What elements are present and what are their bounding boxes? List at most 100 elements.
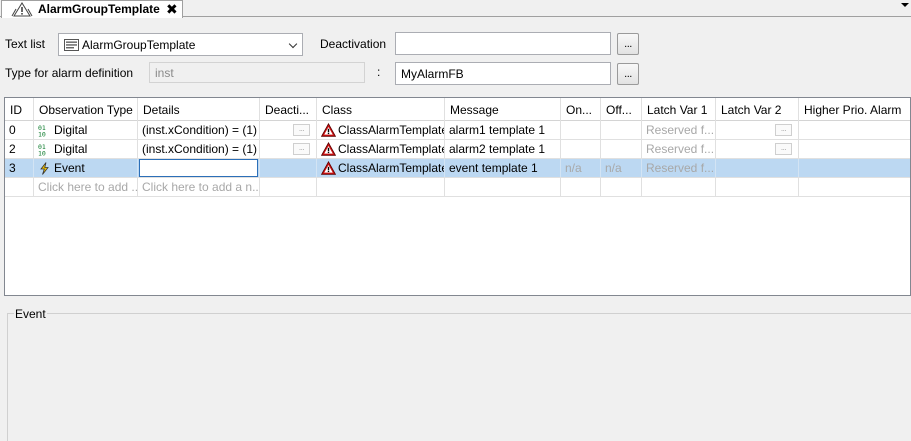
- column-header-observation-type[interactable]: Observation Type: [34, 98, 138, 121]
- text-list-value: AlarmGroupTemplate: [82, 37, 196, 52]
- column-header-details[interactable]: Details: [138, 98, 260, 121]
- cell-id: 0: [5, 121, 34, 139]
- cell-id: 3: [5, 159, 34, 177]
- cell-deactivation[interactable]: ...: [260, 140, 317, 158]
- table-row-selected[interactable]: 3 Event ClassAlarmTemplate event templat…: [5, 159, 910, 178]
- cell-observation-type[interactable]: 01 10 Digital: [34, 121, 138, 139]
- tab-list-dropdown-icon[interactable]: [901, 3, 909, 7]
- svg-text:10: 10: [38, 149, 46, 156]
- type-colon: :: [377, 65, 381, 79]
- type-for-alarm-label: Type for alarm definition: [5, 66, 134, 80]
- table-header: ID Observation Type Details Deacti... Cl…: [5, 98, 910, 121]
- close-tab-icon[interactable]: ✖: [166, 1, 178, 18]
- column-header-class[interactable]: Class: [317, 98, 445, 121]
- deactivation-input[interactable]: [395, 32, 611, 55]
- column-header-message[interactable]: Message: [445, 98, 561, 121]
- alarm-class-icon: [321, 161, 336, 175]
- latch-var-2-cell-button[interactable]: ...: [775, 124, 792, 136]
- digital-icon: 01 10: [38, 143, 46, 156]
- table-row[interactable]: 2 01 10 Digital (inst.xCondition) = (1) …: [5, 140, 910, 159]
- cell-class[interactable]: [317, 178, 445, 196]
- cell-details[interactable]: (inst.xCondition) = (1): [138, 121, 260, 139]
- cell-on[interactable]: [561, 121, 601, 139]
- class-text: ClassAlarmTemplate: [338, 142, 445, 156]
- alarm-class-icon: [321, 142, 336, 156]
- column-header-deactivation[interactable]: Deacti...: [260, 98, 317, 121]
- deactivation-cell-button[interactable]: ...: [293, 124, 310, 136]
- tab-title: AlarmGroupTemplate: [38, 2, 160, 16]
- alarm-fb-input[interactable]: MyAlarmFB: [395, 62, 611, 85]
- cell-details-editing[interactable]: [138, 159, 260, 177]
- cell-class[interactable]: ClassAlarmTemplate: [317, 140, 445, 158]
- table-row[interactable]: 0 01 10 Digital (inst.xCondition) = (1) …: [5, 121, 910, 140]
- add-details-placeholder[interactable]: Click here to add a n...: [138, 178, 260, 196]
- cell-off[interactable]: n/a: [601, 159, 642, 177]
- alarm-fb-value: MyAlarmFB: [401, 66, 464, 81]
- chevron-down-icon[interactable]: [288, 39, 298, 49]
- cell-higher-prio-alarm[interactable]: [799, 140, 910, 158]
- cell-latch-var-2[interactable]: [716, 159, 799, 177]
- latch-var-2-cell-button[interactable]: ...: [775, 143, 792, 155]
- cell-class[interactable]: ClassAlarmTemplate: [317, 121, 445, 139]
- tab-alarm-group-template[interactable]: AlarmGroupTemplate ✖: [1, 0, 183, 18]
- deactivation-browse-button[interactable]: ...: [617, 33, 639, 55]
- cell-off[interactable]: [601, 121, 642, 139]
- svg-text:10: 10: [38, 130, 46, 137]
- cell-observation-type[interactable]: 01 10 Digital: [34, 140, 138, 158]
- cell-higher-prio-alarm[interactable]: [799, 159, 910, 177]
- cell-id: 2: [5, 140, 34, 158]
- observation-type-text: Digital: [54, 123, 88, 137]
- alarm-class-icon: [321, 123, 336, 137]
- cell-deactivation[interactable]: [260, 159, 317, 177]
- column-header-latch-var-2[interactable]: Latch Var 2: [716, 98, 799, 121]
- deactivation-label: Deactivation: [320, 37, 387, 51]
- cell-higher-prio-alarm[interactable]: [799, 121, 910, 139]
- cell-message[interactable]: alarm2 template 1: [445, 140, 561, 158]
- type-for-alarm-input: inst: [149, 62, 365, 83]
- column-header-latch-var-1[interactable]: Latch Var 1: [642, 98, 716, 121]
- details-edit-box[interactable]: [139, 159, 258, 177]
- event-details-group: [7, 313, 911, 441]
- column-header-on[interactable]: On...: [561, 98, 601, 121]
- cell-message[interactable]: [445, 178, 561, 196]
- cell-latch-var-2[interactable]: [716, 178, 799, 196]
- deactivation-cell-button[interactable]: ...: [293, 143, 310, 155]
- cell-latch-var-1[interactable]: Reserved f...: [642, 121, 716, 139]
- cell-off[interactable]: [601, 140, 642, 158]
- cell-deactivation[interactable]: ...: [260, 121, 317, 139]
- cell-details[interactable]: (inst.xCondition) = (1): [138, 140, 260, 158]
- event-icon: [40, 161, 49, 175]
- text-list-combobox[interactable]: AlarmGroupTemplate: [58, 33, 303, 56]
- class-text: ClassAlarmTemplate: [338, 161, 445, 175]
- cell-latch-var-1[interactable]: Reserved f...: [642, 159, 716, 177]
- text-list-label: Text list: [5, 37, 46, 51]
- alarm-table[interactable]: ID Observation Type Details Deacti... Cl…: [4, 97, 911, 296]
- cell-latch-var-1[interactable]: Reserved f...: [642, 140, 716, 158]
- column-header-id[interactable]: ID: [5, 98, 34, 121]
- cell-latch-var-2[interactable]: ...: [716, 140, 799, 158]
- cell-message[interactable]: event template 1: [445, 159, 561, 177]
- event-group-title: Event: [14, 307, 47, 321]
- cell-id: [5, 178, 34, 196]
- table-new-row[interactable]: Click here to add ... Click here to add …: [5, 178, 910, 197]
- cell-on[interactable]: [561, 178, 601, 196]
- cell-class[interactable]: ClassAlarmTemplate: [317, 159, 445, 177]
- cell-latch-var-1[interactable]: [642, 178, 716, 196]
- observation-type-text: Digital: [54, 142, 88, 156]
- alarm-fb-browse-button[interactable]: ...: [617, 63, 639, 85]
- cell-higher-prio-alarm[interactable]: [799, 178, 910, 196]
- class-text: ClassAlarmTemplate: [338, 123, 445, 137]
- cell-off[interactable]: [601, 178, 642, 196]
- type-for-alarm-value: inst: [155, 65, 174, 80]
- cell-deactivation[interactable]: [260, 178, 317, 196]
- column-header-higher-prio-alarm[interactable]: Higher Prio. Alarm: [799, 98, 910, 121]
- cell-latch-var-2[interactable]: ...: [716, 121, 799, 139]
- digital-icon: 01 10: [38, 124, 46, 137]
- add-observation-type-placeholder[interactable]: Click here to add ...: [34, 178, 138, 196]
- cell-on[interactable]: n/a: [561, 159, 601, 177]
- cell-on[interactable]: [561, 140, 601, 158]
- cell-observation-type[interactable]: Event: [34, 159, 138, 177]
- cell-message[interactable]: alarm1 template 1: [445, 121, 561, 139]
- text-list-icon: [64, 38, 79, 51]
- column-header-off[interactable]: Off...: [601, 98, 642, 121]
